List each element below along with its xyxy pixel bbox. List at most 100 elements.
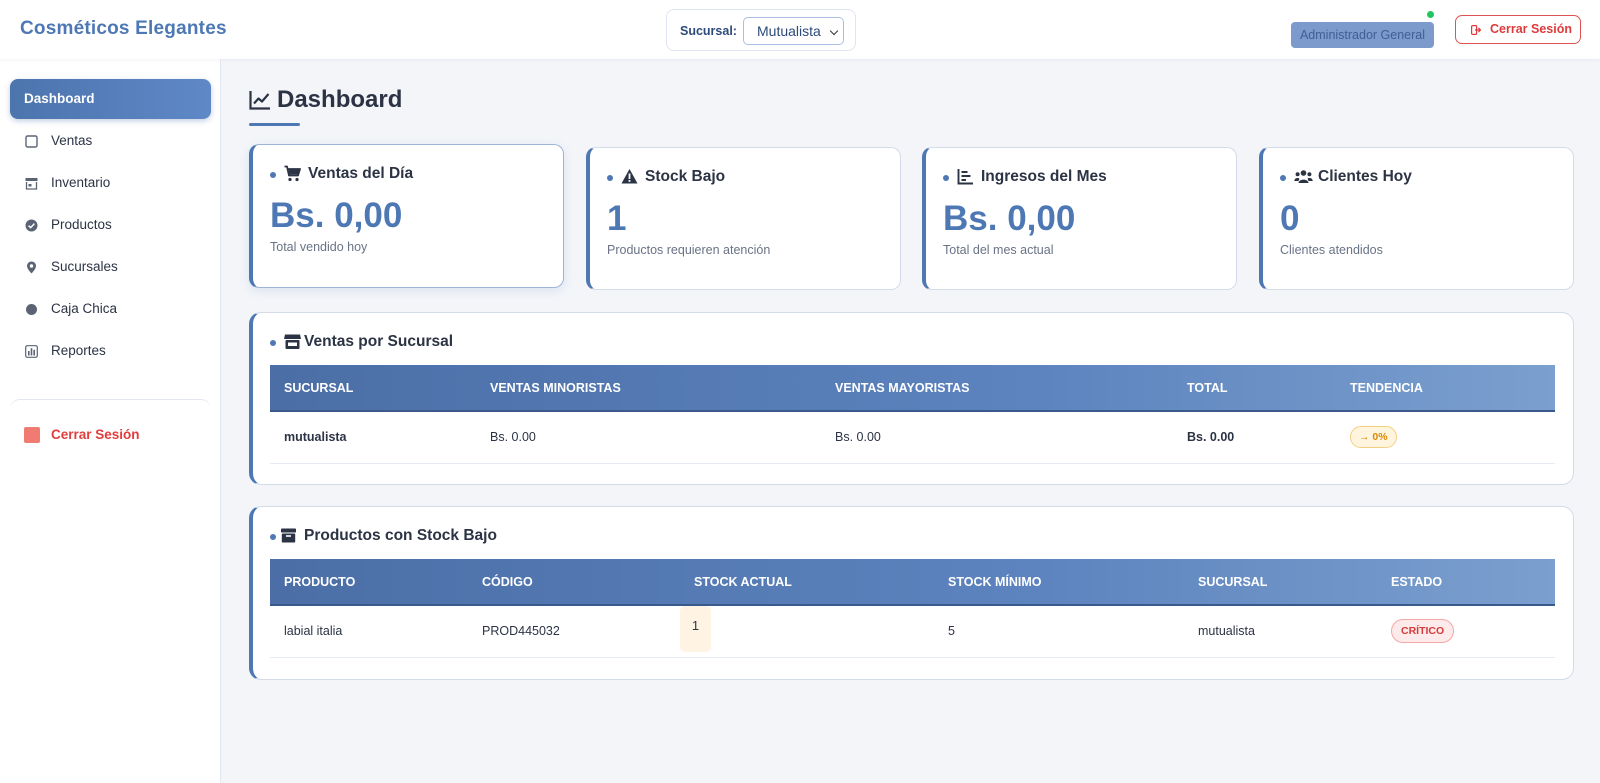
- sidebar-item-label: Caja Chica: [51, 301, 118, 316]
- branch-select-value: Mutualista: [757, 23, 821, 39]
- branch-select[interactable]: Mutualista: [743, 17, 844, 45]
- card-title: Clientes Hoy: [1280, 168, 1412, 186]
- cell-producto: labial italia: [270, 605, 468, 658]
- column-header[interactable]: Tendencia: [1336, 365, 1555, 412]
- sidebar-item-label: Inventario: [51, 175, 111, 190]
- user-role-badge[interactable]: Administrador General: [1291, 22, 1434, 48]
- bullet-icon: [1280, 175, 1286, 181]
- store-icon: [284, 334, 301, 349]
- sidebar-item-reportes[interactable]: Reportes: [10, 331, 211, 371]
- card-title: Ventas del Día: [270, 165, 413, 183]
- card-value: 0: [1280, 199, 1300, 238]
- table-header-row: Sucursal Ventas Minoristas Ventas Mayori…: [270, 365, 1555, 412]
- table-row[interactable]: mutualista Bs. 0.00 Bs. 0.00 Bs. 0.00 → …: [270, 411, 1555, 464]
- table-header-row: Producto Código Stock Actual Stock Mínim…: [270, 559, 1555, 606]
- panel-title-text: Productos con Stock Bajo: [304, 527, 497, 544]
- cell-sucursal: mutualista: [270, 411, 476, 464]
- stat-card-ingresos-mes[interactable]: Ingresos del Mes Bs. 0,00 Total del mes …: [922, 147, 1237, 290]
- sidebar-item-label: Dashboard: [24, 91, 95, 106]
- low-stock-panel: Productos con Stock Bajo Producto Código…: [249, 506, 1574, 680]
- card-value: 1: [607, 199, 627, 238]
- sidebar-item-inventario[interactable]: Inventario: [10, 163, 211, 203]
- square-icon: [25, 135, 38, 148]
- sidebar-divider: [10, 399, 211, 411]
- sidebar-item-label: Productos: [51, 217, 112, 232]
- card-title-text: Ventas del Día: [308, 165, 414, 182]
- top-bar: Cosméticos Elegantes Sucursal: Mutualist…: [0, 0, 1600, 59]
- column-header[interactable]: Ventas Minoristas: [476, 365, 821, 412]
- sidebar-logout-label: Cerrar Sesión: [51, 427, 140, 442]
- cell-estado: CRÍTICO: [1377, 605, 1555, 658]
- column-header[interactable]: Producto: [270, 559, 468, 606]
- title-underline: [249, 123, 300, 126]
- chart-icon: [957, 169, 973, 185]
- sales-table: Sucursal Ventas Minoristas Ventas Mayori…: [270, 365, 1555, 464]
- sidebar-item-label: Sucursales: [51, 259, 118, 274]
- brand-title[interactable]: Cosméticos Elegantes: [20, 18, 227, 40]
- column-header[interactable]: Stock Actual: [680, 559, 934, 606]
- cell-total: Bs. 0.00: [1173, 411, 1336, 464]
- check-circle-icon: [25, 219, 38, 232]
- card-subtitle: Total del mes actual: [943, 243, 1054, 257]
- card-title-text: Clientes Hoy: [1318, 168, 1412, 185]
- bullet-icon: [270, 172, 276, 178]
- chevron-down-icon: [829, 26, 839, 36]
- branch-selector: Sucursal: Mutualista: [666, 9, 856, 51]
- card-subtitle: Clientes atendidos: [1280, 243, 1383, 257]
- trend-badge: → 0%: [1350, 426, 1397, 449]
- stat-card-clientes-hoy[interactable]: Clientes Hoy 0 Clientes atendidos: [1259, 147, 1574, 290]
- stock-actual-value: 1: [680, 606, 711, 653]
- table-row[interactable]: labial italia PROD445032 1 5 mutualista …: [270, 605, 1555, 658]
- column-header[interactable]: Código: [468, 559, 680, 606]
- logout-icon: [24, 427, 40, 443]
- bar-chart-icon: [25, 345, 38, 358]
- logout-button[interactable]: Cerrar Sesión: [1455, 15, 1581, 44]
- panel-title-text: Ventas por Sucursal: [304, 333, 454, 350]
- bullet-icon: [270, 340, 276, 346]
- box-icon: [281, 528, 296, 543]
- online-status-icon: [1427, 11, 1434, 18]
- branch-label: Sucursal:: [680, 24, 737, 38]
- cell-minoristas: Bs. 0.00: [476, 411, 821, 464]
- column-header[interactable]: Estado: [1377, 559, 1555, 606]
- bullet-icon: [270, 534, 276, 540]
- logout-button-label: Cerrar Sesión: [1490, 22, 1572, 36]
- map-pin-icon: [27, 261, 36, 274]
- card-value: Bs. 0,00: [270, 196, 403, 235]
- sidebar-item-ventas[interactable]: Ventas: [10, 121, 211, 161]
- card-title-text: Stock Bajo: [645, 168, 726, 185]
- sidebar-item-dashboard[interactable]: Dashboard: [10, 79, 211, 119]
- status-badge: CRÍTICO: [1391, 619, 1455, 644]
- warning-icon: [621, 169, 638, 184]
- page-title-text: Dashboard: [277, 86, 403, 113]
- column-header[interactable]: Stock Mínimo: [934, 559, 1184, 606]
- stat-card-stock-bajo[interactable]: Stock Bajo 1 Productos requieren atenció…: [586, 147, 901, 290]
- cart-icon: [284, 165, 301, 182]
- column-header[interactable]: Sucursal: [270, 365, 476, 412]
- bullet-icon: [943, 175, 949, 181]
- circle-icon: [26, 304, 37, 315]
- column-header[interactable]: Sucursal: [1184, 559, 1377, 606]
- stat-card-ventas-dia[interactable]: Ventas del Día Bs. 0,00 Total vendido ho…: [249, 144, 564, 288]
- page-title: Dashboard: [249, 86, 402, 114]
- line-chart-icon: [249, 91, 270, 110]
- sidebar-item-caja-chica[interactable]: Caja Chica: [10, 289, 211, 329]
- cell-mayoristas: Bs. 0.00: [821, 411, 1173, 464]
- card-title: Ingresos del Mes: [943, 168, 1107, 186]
- panel-title: Productos con Stock Bajo: [270, 527, 497, 545]
- card-subtitle: Total vendido hoy: [270, 240, 368, 254]
- column-header[interactable]: Ventas Mayoristas: [821, 365, 1173, 412]
- sidebar-item-sucursales[interactable]: Sucursales: [10, 247, 211, 287]
- sidebar: Dashboard Ventas Inventario Productos Su…: [0, 59, 221, 783]
- card-value: Bs. 0,00: [943, 199, 1076, 238]
- users-icon: [1294, 170, 1313, 183]
- panel-title: Ventas por Sucursal: [270, 333, 453, 351]
- sidebar-logout-button[interactable]: Cerrar Sesión: [10, 415, 211, 455]
- card-title-text: Ingresos del Mes: [981, 168, 1107, 185]
- bullet-icon: [607, 175, 613, 181]
- column-header[interactable]: Total: [1173, 365, 1336, 412]
- cell-codigo: PROD445032: [468, 605, 680, 658]
- low-stock-table: Producto Código Stock Actual Stock Mínim…: [270, 559, 1555, 658]
- sidebar-item-productos[interactable]: Productos: [10, 205, 211, 245]
- card-title: Stock Bajo: [607, 168, 725, 186]
